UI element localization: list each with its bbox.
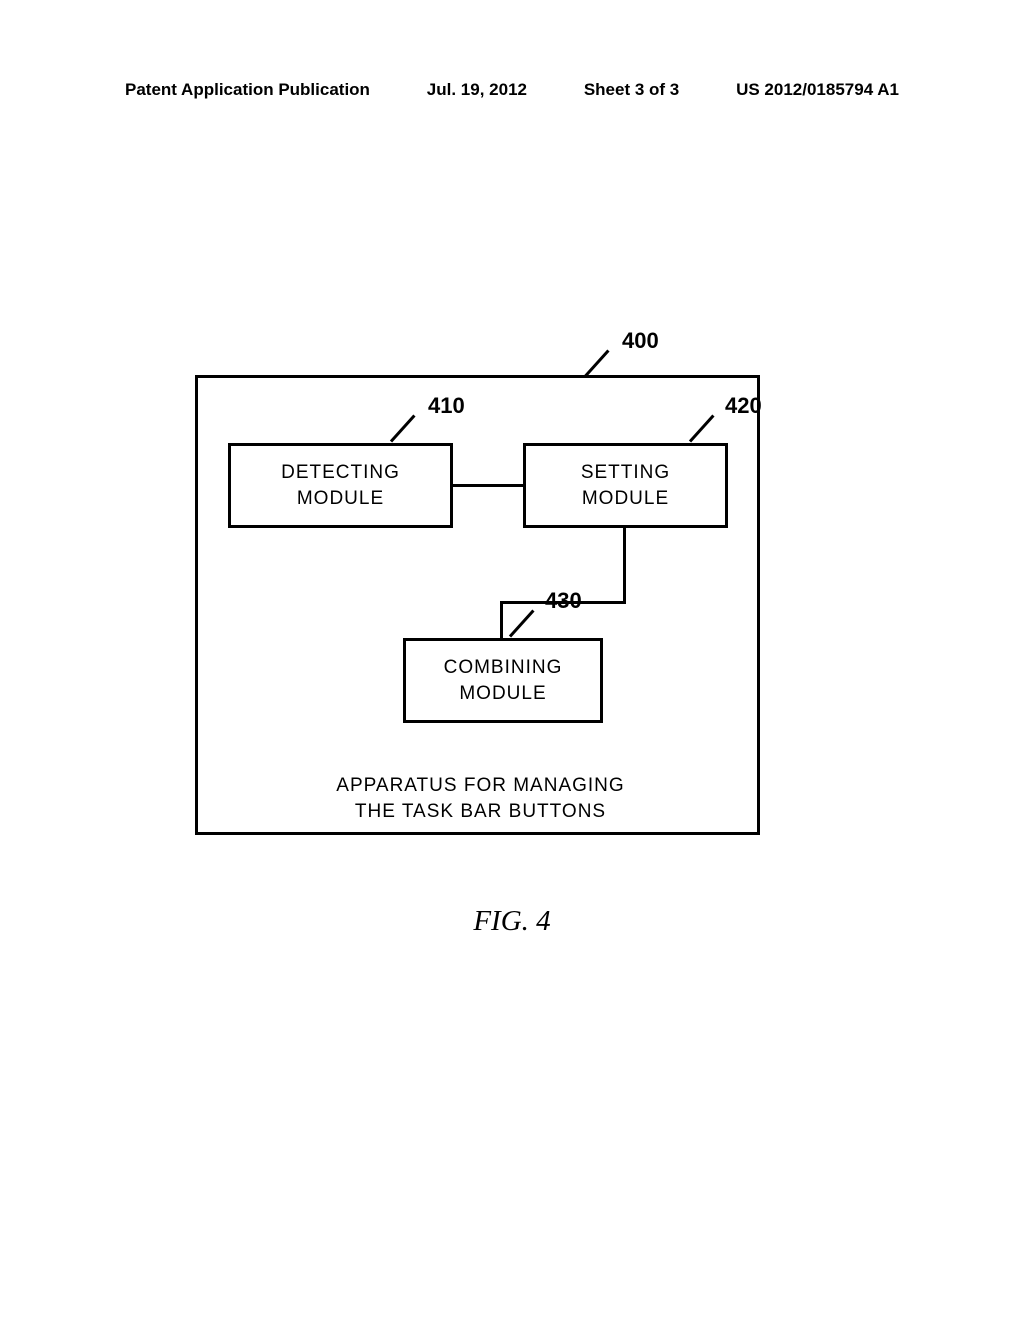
header-sheet: Sheet 3 of 3: [584, 80, 679, 100]
combining-label-1: COMBINING: [444, 655, 563, 681]
apparatus-box: DETECTING MODULE SETTING MODULE COMBININ…: [195, 375, 760, 835]
detecting-label-1: DETECTING: [281, 460, 400, 486]
ref-420: 420: [725, 393, 762, 419]
header-pubno: US 2012/0185794 A1: [736, 80, 899, 100]
connector-detect-setting: [453, 484, 523, 487]
detecting-label-2: MODULE: [297, 486, 384, 512]
header-date: Jul. 19, 2012: [427, 80, 527, 100]
combining-label-2: MODULE: [459, 681, 546, 707]
diagram: DETECTING MODULE SETTING MODULE COMBININ…: [195, 345, 760, 835]
header-publication: Patent Application Publication: [125, 80, 370, 100]
setting-label-1: SETTING: [581, 460, 670, 486]
figure-label: FIG. 4: [0, 905, 1024, 938]
caption-line-1: APPARATUS FOR MANAGING: [198, 773, 763, 799]
caption-line-2: THE TASK BAR BUTTONS: [198, 799, 763, 825]
combining-module-box: COMBINING MODULE: [403, 638, 603, 723]
page-header: Patent Application Publication Jul. 19, …: [0, 80, 1024, 100]
apparatus-caption: APPARATUS FOR MANAGING THE TASK BAR BUTT…: [198, 773, 763, 824]
detecting-module-box: DETECTING MODULE: [228, 443, 453, 528]
connector-to-combining: [500, 601, 503, 641]
ref-430: 430: [545, 588, 582, 614]
connector-setting-down: [623, 528, 626, 603]
setting-module-box: SETTING MODULE: [523, 443, 728, 528]
ref-410: 410: [428, 393, 465, 419]
setting-label-2: MODULE: [582, 486, 669, 512]
ref-400: 400: [622, 328, 659, 354]
